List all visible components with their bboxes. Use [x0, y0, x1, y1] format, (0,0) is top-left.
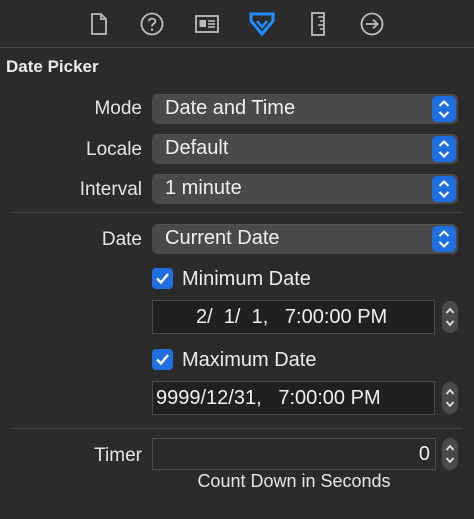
maximum-date-checkbox[interactable] — [152, 349, 173, 370]
timer-stepper[interactable] — [442, 438, 458, 470]
locale-label: Locale — [86, 139, 142, 160]
date-value: Current Date — [165, 227, 280, 249]
timer-field[interactable]: 0 — [152, 438, 436, 470]
checkmark-icon — [156, 273, 169, 285]
locale-popup[interactable]: Default — [152, 134, 458, 164]
section-title: Date Picker — [6, 57, 99, 76]
maximum-date-label: Maximum Date — [182, 349, 317, 371]
help-icon[interactable] — [138, 10, 166, 38]
attributes-icon[interactable] — [248, 10, 276, 38]
maximum-date-stepper[interactable] — [442, 382, 458, 414]
identity-icon[interactable] — [193, 10, 221, 38]
maximum-date-field[interactable]: 9999/12/31, 7:00:00 PM — [152, 381, 435, 415]
connections-icon[interactable] — [358, 10, 386, 38]
interval-popup[interactable]: 1 minute — [152, 174, 458, 204]
date-label: Date — [101, 229, 142, 250]
interval-label: Interval — [79, 179, 142, 200]
maximum-date-value: 9999/12/31, 7:00:00 PM — [156, 387, 381, 409]
popup-arrows-icon — [432, 226, 456, 252]
checkmark-icon — [156, 354, 169, 366]
file-icon[interactable] — [84, 10, 112, 38]
minimum-date-value: 2/ 1/ 1, 7:00:00 PM — [196, 306, 388, 328]
popup-arrows-icon — [432, 176, 456, 202]
timer-caption: Count Down in Seconds — [197, 471, 391, 491]
inspector-toolbar — [0, 0, 474, 48]
toolbar-divider — [0, 47, 474, 48]
timer-label: Timer — [94, 445, 142, 466]
popup-arrows-icon — [432, 136, 456, 162]
date-popup[interactable]: Current Date — [152, 224, 458, 254]
mode-popup[interactable]: Date and Time — [152, 94, 458, 124]
section-divider — [12, 212, 462, 213]
mode-value: Date and Time — [165, 97, 296, 119]
timer-value: 0 — [418, 443, 430, 465]
minimum-date-stepper[interactable] — [442, 301, 458, 333]
popup-arrows-icon — [432, 96, 456, 122]
locale-value: Default — [165, 137, 229, 159]
mode-label: Mode — [94, 98, 142, 119]
interval-value: 1 minute — [165, 177, 242, 199]
minimum-date-checkbox[interactable] — [152, 268, 173, 289]
section-divider — [12, 428, 462, 429]
minimum-date-label: Minimum Date — [182, 268, 311, 290]
minimum-date-field[interactable]: 2/ 1/ 1, 7:00:00 PM — [152, 300, 435, 334]
ruler-icon[interactable] — [304, 10, 332, 38]
